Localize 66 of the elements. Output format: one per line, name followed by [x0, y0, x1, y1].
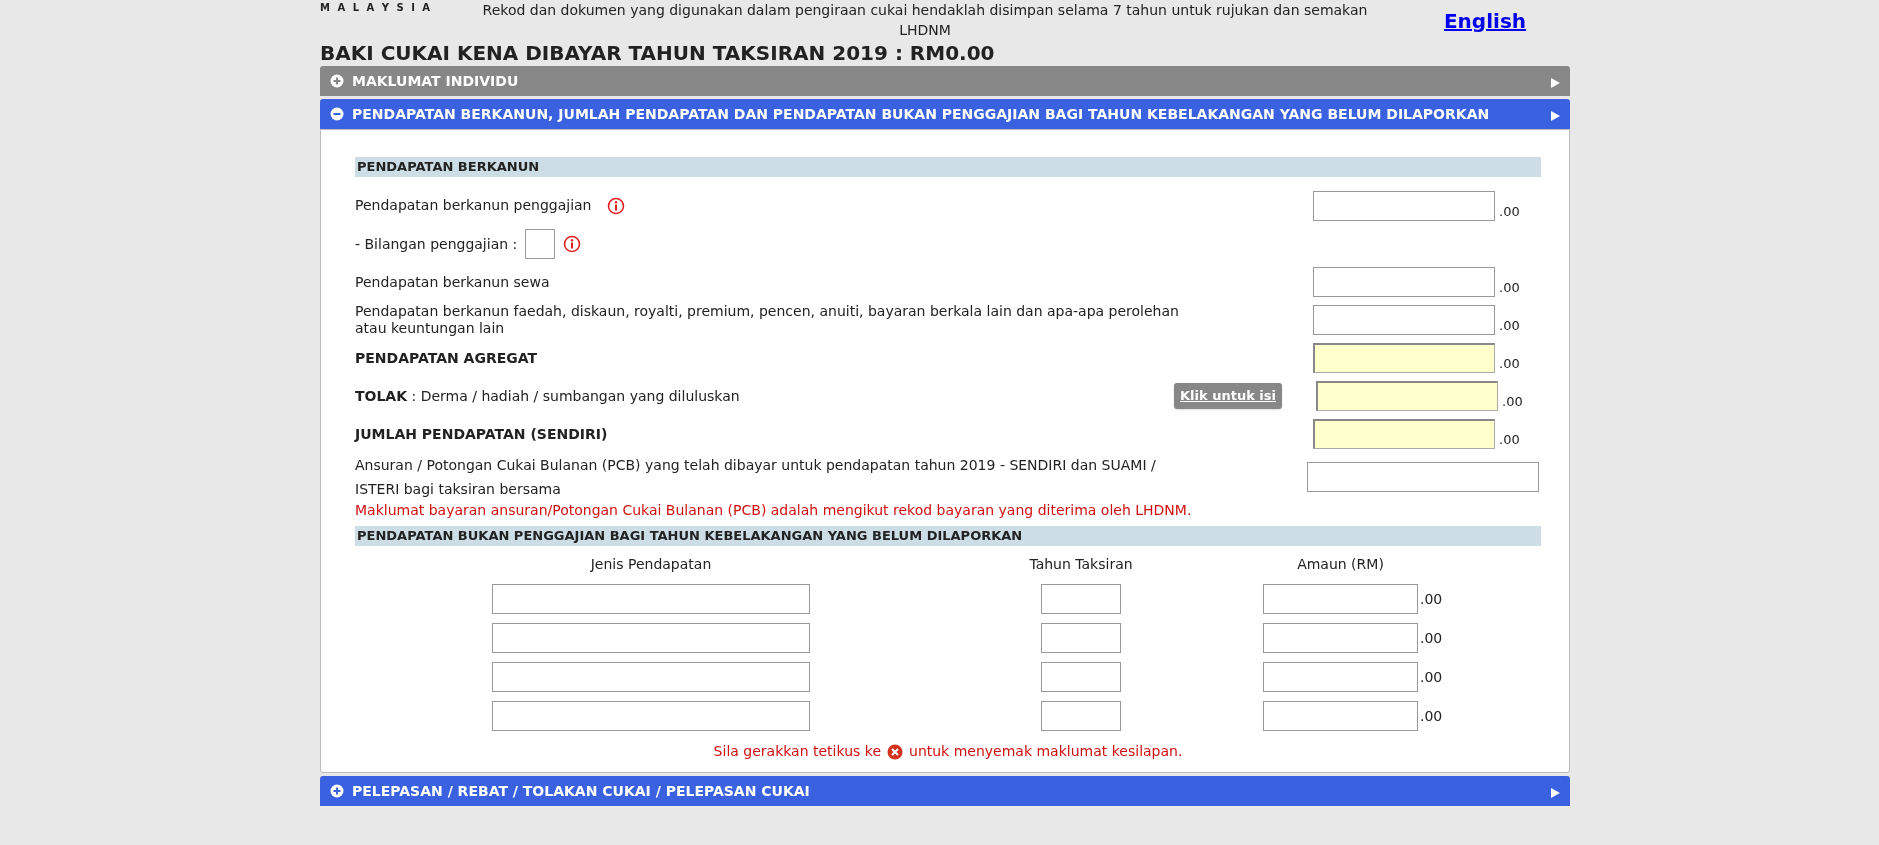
decimal-suffix: .00	[1502, 392, 1523, 411]
section-header[interactable]: MAKLUMAT INDIVIDU	[320, 66, 1570, 96]
decimal-suffix: .00	[1499, 430, 1520, 449]
decimal-suffix: .00	[1420, 628, 1443, 648]
subsection-header: PENDAPATAN BUKAN PENGGAJIAN BAGI TAHUN KEBELAKANGAN YANG BELUM DILAPORKAN	[355, 526, 1541, 546]
column-header: Amaun (RM)	[1296, 555, 1385, 574]
field-label: JUMLAH PENDAPATAN (SENDIRI)	[355, 425, 608, 443]
column-header: Tahun Taksiran	[1028, 555, 1134, 574]
year-field[interactable]	[1041, 584, 1121, 614]
amount-field[interactable]	[1313, 267, 1495, 297]
field-label: Ansuran / Potongan Cukai Bulanan (PCB) yang telah dibayar untuk pendapatan tahun 2019 - SENDIRI dan SUAMI / ISTERI bagi taksiran bersama	[355, 457, 1156, 497]
amount-field[interactable]	[1263, 584, 1418, 614]
amount-field[interactable]	[1313, 419, 1495, 449]
year-field[interactable]	[1041, 623, 1121, 653]
year-field[interactable]	[1041, 701, 1121, 731]
pcb-field[interactable]	[1307, 462, 1539, 492]
subsection-header: PENDAPATAN BERKANUN	[355, 157, 1541, 177]
amount-field[interactable]	[1263, 701, 1418, 731]
field-label: Pendapatan berkanun sewa	[355, 273, 550, 291]
error-icon[interactable]	[887, 743, 903, 760]
decimal-suffix: .00	[1499, 316, 1520, 335]
field-label: TOLAK : Derma / hadiah / sumbangan yang diluluskan	[355, 387, 740, 405]
logo-text: M A L A Y S I A	[320, 1, 434, 15]
income-type-field[interactable]	[492, 623, 810, 653]
notice-text: Maklumat bayaran ansuran/Potongan Cukai Bulanan (PCB) adalah mengikut rekod bayaran yang diterima oleh LHDNM.	[355, 501, 1193, 519]
section-header[interactable]: PENDAPATAN BERKANUN, JUMLAH PENDAPATAN DAN PENDAPATAN BUKAN PENGGAJIAN BAGI TAHUN KEBELAKANGAN YANG BELUM DILAPORKAN	[320, 99, 1570, 129]
info-icon[interactable]	[563, 235, 582, 253]
error-hint: untuk menyemak maklumat kesilapan.	[909, 742, 1183, 761]
field-label: Pendapatan berkanun faedah, diskaun, royalti, premium, pencen, anuiti, bayaran berkala lain dan apa-apa perolehan atau keuntungan lain	[355, 303, 1180, 337]
income-type-field[interactable]	[492, 662, 810, 692]
retention-notice: Rekod dan dokumen yang digunakan dalam pengiraan cukai hendaklah disimpan selama 7 tahun untuk rujukan dan semakan LHDNM	[481, 1, 1369, 40]
decimal-suffix: .00	[1499, 278, 1520, 297]
fill-button[interactable]: Klik untuk isi	[1174, 383, 1282, 409]
decimal-suffix: .00	[1420, 667, 1443, 687]
language-link[interactable]: English	[1400, 6, 1570, 36]
column-header: Jenis Pendapatan	[589, 555, 713, 574]
decimal-suffix: .00	[1420, 706, 1443, 726]
amount-field[interactable]	[1313, 305, 1495, 335]
section-header[interactable]: PELEPASAN / REBAT / TOLAKAN CUKAI / PELEPASAN CUKAI	[320, 776, 1570, 806]
amount-field[interactable]	[1313, 191, 1495, 221]
section-title: PELEPASAN / REBAT / TOLAKAN CUKAI / PELEPASAN CUKAI	[352, 782, 811, 800]
field-label: PENDAPATAN AGREGAT	[355, 349, 538, 367]
plus-icon	[330, 784, 344, 798]
triangle-icon	[1551, 111, 1560, 121]
count-field[interactable]	[525, 229, 556, 259]
income-type-field[interactable]	[492, 584, 810, 614]
amount-field[interactable]	[1316, 381, 1498, 411]
error-hint: Sila gerakkan tetikus ke	[713, 742, 881, 761]
amount-field[interactable]	[1263, 623, 1418, 653]
decimal-suffix: .00	[1499, 354, 1520, 373]
decimal-suffix: .00	[1499, 202, 1520, 221]
plus-icon	[330, 74, 344, 88]
amount-field[interactable]	[1313, 343, 1495, 373]
field-label: Pendapatan berkanun penggajian	[355, 197, 592, 214]
triangle-icon	[1551, 78, 1560, 88]
year-field[interactable]	[1041, 662, 1121, 692]
section-title: MAKLUMAT INDIVIDU	[352, 72, 520, 90]
decimal-suffix: .00	[1420, 589, 1443, 609]
amount-field[interactable]	[1263, 662, 1418, 692]
balance-title: BAKI CUKAI KENA DIBAYAR TAHUN TAKSIRAN 2019 : RM0.00	[320, 42, 996, 64]
minus-icon	[330, 107, 344, 121]
info-icon[interactable]	[607, 197, 626, 215]
income-type-field[interactable]	[492, 701, 810, 731]
field-label: - Bilangan penggajian :	[355, 235, 518, 253]
section-title: PENDAPATAN BERKANUN, JUMLAH PENDAPATAN DAN PENDAPATAN BUKAN PENGGAJIAN BAGI TAHUN KEBELAKANGAN YANG BELUM DILAPORKAN	[352, 105, 1491, 123]
triangle-icon	[1551, 788, 1560, 798]
